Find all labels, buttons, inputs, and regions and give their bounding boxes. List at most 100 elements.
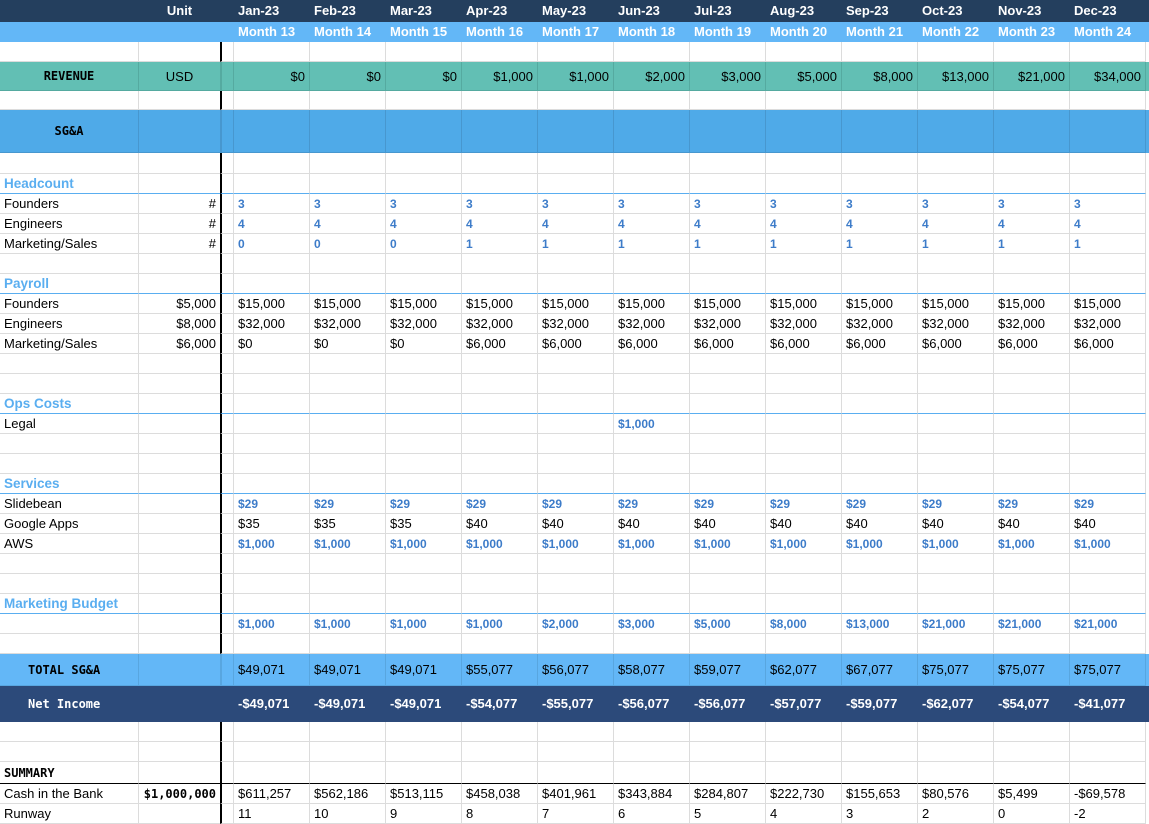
cell[interactable] — [766, 554, 842, 574]
cell[interactable]: $62,077 — [766, 654, 842, 686]
cell[interactable]: May-23 — [538, 0, 614, 22]
row-label[interactable]: Ops Costs — [0, 394, 139, 414]
cell[interactable]: 4 — [310, 214, 386, 234]
cell[interactable] — [1070, 414, 1146, 434]
cell[interactable] — [918, 762, 994, 784]
cell[interactable] — [310, 174, 386, 194]
cell[interactable]: $58,077 — [614, 654, 690, 686]
cell[interactable] — [690, 354, 766, 374]
cell[interactable] — [310, 574, 386, 594]
cell[interactable]: $29 — [1070, 494, 1146, 514]
cell[interactable]: Jan-23 — [234, 0, 310, 22]
cell[interactable]: 4 — [386, 214, 462, 234]
cell[interactable] — [386, 274, 462, 294]
cell[interactable]: Month 16 — [462, 22, 538, 42]
cell[interactable] — [310, 474, 386, 494]
cell[interactable]: 1 — [462, 234, 538, 254]
row-label[interactable] — [0, 722, 139, 742]
cell[interactable] — [614, 174, 690, 194]
row-label[interactable] — [0, 153, 139, 174]
cell[interactable] — [538, 414, 614, 434]
cell[interactable]: 6 — [614, 804, 690, 824]
cell[interactable]: $75,077 — [994, 654, 1070, 686]
cell[interactable] — [994, 42, 1070, 62]
cell[interactable] — [386, 574, 462, 594]
cell[interactable] — [766, 153, 842, 174]
cell[interactable]: $1,000 — [462, 614, 538, 634]
cell[interactable] — [842, 414, 918, 434]
cell[interactable]: $40 — [690, 514, 766, 534]
cell[interactable]: Aug-23 — [766, 0, 842, 22]
row-label[interactable]: Marketing/Sales — [0, 334, 139, 354]
cell[interactable]: $21,000 — [994, 62, 1070, 91]
cell[interactable] — [766, 742, 842, 762]
cell[interactable] — [386, 762, 462, 784]
unit-cell[interactable] — [139, 654, 220, 686]
unit-cell[interactable] — [139, 594, 220, 614]
cell[interactable]: 3 — [234, 194, 310, 214]
cell[interactable] — [1070, 634, 1146, 654]
cell[interactable] — [462, 153, 538, 174]
cell[interactable]: $5,499 — [994, 784, 1070, 804]
cell[interactable]: $29 — [386, 494, 462, 514]
unit-cell[interactable] — [139, 686, 220, 722]
cell[interactable] — [1070, 354, 1146, 374]
cell[interactable] — [538, 722, 614, 742]
cell[interactable] — [918, 254, 994, 274]
cell[interactable] — [538, 110, 614, 153]
cell[interactable]: $32,000 — [918, 314, 994, 334]
cell[interactable] — [1070, 274, 1146, 294]
unit-cell[interactable] — [139, 534, 220, 554]
cell[interactable]: 3 — [386, 194, 462, 214]
cell[interactable]: $40 — [1070, 514, 1146, 534]
cell[interactable] — [386, 722, 462, 742]
cell[interactable] — [614, 354, 690, 374]
cell[interactable] — [1070, 394, 1146, 414]
cell[interactable]: $35 — [386, 514, 462, 534]
cell[interactable] — [918, 153, 994, 174]
cell[interactable]: -$57,077 — [766, 686, 842, 722]
cell[interactable]: $40 — [462, 514, 538, 534]
unit-cell[interactable]: # — [139, 214, 220, 234]
row-label[interactable]: Founders — [0, 294, 139, 314]
cell[interactable]: $513,115 — [386, 784, 462, 804]
cell[interactable]: Dec-23 — [1070, 0, 1146, 22]
cell[interactable] — [918, 110, 994, 153]
cell[interactable]: Jul-23 — [690, 0, 766, 22]
row-label[interactable]: Headcount — [0, 174, 139, 194]
cell[interactable] — [1070, 174, 1146, 194]
cell[interactable] — [842, 454, 918, 474]
cell[interactable]: $32,000 — [842, 314, 918, 334]
cell[interactable] — [994, 434, 1070, 454]
cell[interactable]: $55,077 — [462, 654, 538, 686]
cell[interactable] — [234, 254, 310, 274]
unit-cell[interactable] — [139, 454, 220, 474]
cell[interactable]: 1 — [842, 234, 918, 254]
unit-cell[interactable]: # — [139, 194, 220, 214]
cell[interactable] — [842, 742, 918, 762]
row-label[interactable] — [0, 454, 139, 474]
cell[interactable] — [918, 434, 994, 454]
cell[interactable] — [614, 153, 690, 174]
cell[interactable]: $15,000 — [842, 294, 918, 314]
cell[interactable] — [614, 574, 690, 594]
cell[interactable]: 3 — [994, 194, 1070, 214]
cell[interactable] — [766, 274, 842, 294]
cell[interactable] — [538, 274, 614, 294]
row-label[interactable]: Marketing Budget — [0, 594, 139, 614]
unit-cell[interactable] — [139, 614, 220, 634]
cell[interactable] — [690, 742, 766, 762]
cell[interactable] — [766, 374, 842, 394]
cell[interactable] — [538, 454, 614, 474]
cell[interactable] — [766, 634, 842, 654]
cell[interactable] — [462, 554, 538, 574]
cell[interactable]: $29 — [538, 494, 614, 514]
cell[interactable]: $343,884 — [614, 784, 690, 804]
cell[interactable] — [614, 274, 690, 294]
cell[interactable]: 2 — [918, 804, 994, 824]
cell[interactable]: $6,000 — [462, 334, 538, 354]
cell[interactable] — [690, 374, 766, 394]
cell[interactable]: 4 — [462, 214, 538, 234]
unit-cell[interactable] — [139, 274, 220, 294]
cell[interactable] — [842, 722, 918, 742]
